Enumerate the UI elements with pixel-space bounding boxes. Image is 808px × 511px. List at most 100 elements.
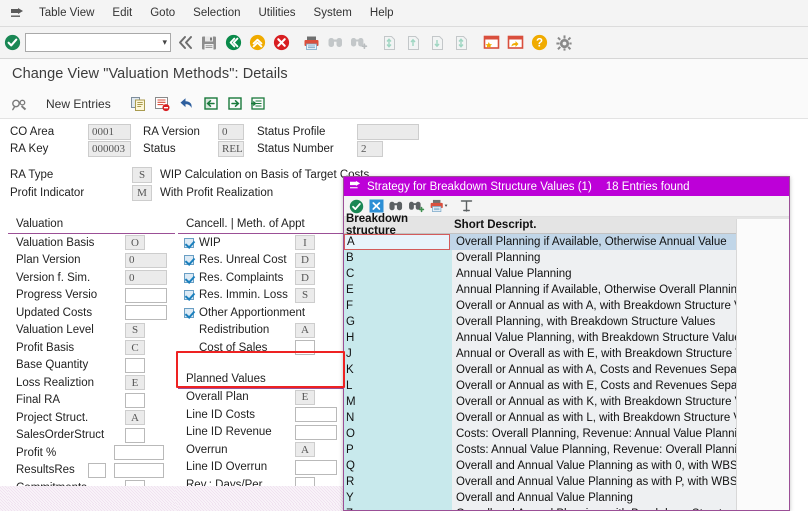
print-icon[interactable] xyxy=(299,30,323,56)
system-menu-icon[interactable] xyxy=(4,0,30,27)
checkbox-box-other-apportionment[interactable] xyxy=(184,307,194,318)
menu-item-system[interactable]: System xyxy=(305,4,361,22)
checkbox-box-res-complaints[interactable] xyxy=(184,272,194,283)
table-row[interactable]: C Annual Value Planning xyxy=(344,266,789,282)
table-row[interactable]: H Annual Value Planning, with Breakdown … xyxy=(344,330,789,346)
copy-icon[interactable] xyxy=(127,91,151,117)
exit-icon[interactable] xyxy=(245,30,269,56)
enter-icon[interactable] xyxy=(0,30,24,56)
table-row[interactable]: R Overall and Annual Value Planning as w… xyxy=(344,474,789,490)
details-icon[interactable] xyxy=(247,91,271,117)
save-icon[interactable] xyxy=(197,30,221,56)
gear-icon[interactable] xyxy=(551,30,575,56)
field-value-plan-version[interactable]: 0 xyxy=(125,252,167,268)
row-description[interactable]: Costs: Overall Planning, Revenue: Annual… xyxy=(452,426,750,442)
checkbox-box-res-unreal-cost[interactable] xyxy=(184,255,194,266)
row-description[interactable]: Annual or Overall as with E, with Breakd… xyxy=(452,346,770,362)
row-key[interactable]: Z xyxy=(344,506,452,510)
find-icon[interactable] xyxy=(323,30,347,56)
create-session-icon[interactable] xyxy=(479,30,503,56)
table-row[interactable]: N Overall or Annual as with L, with Brea… xyxy=(344,410,789,426)
row-description[interactable]: Overall and Annual Planning, with Breakd… xyxy=(452,506,776,510)
row-key[interactable]: F xyxy=(344,298,452,314)
field-value-resultsres[interactable] xyxy=(114,462,164,478)
field-value-line-id-costs[interactable] xyxy=(295,407,337,422)
checkbox-res-unreal-cost[interactable]: Res. Unreal Cost D xyxy=(178,252,345,270)
field-value-ra-key[interactable]: 000003 xyxy=(88,140,131,157)
help-icon[interactable]: ? xyxy=(527,30,551,56)
checkbox-other-apportionment[interactable]: Other Apportionment xyxy=(178,304,345,322)
next-entry-icon[interactable] xyxy=(223,91,247,117)
row-key[interactable]: H xyxy=(344,330,452,346)
row-description[interactable]: Costs: Annual Value Planning, Revenue: O… xyxy=(452,442,750,458)
menu-item-selection[interactable]: Selection xyxy=(184,4,249,22)
menu-item-goto[interactable]: Goto xyxy=(141,4,184,22)
field-value-updated-costs[interactable] xyxy=(125,305,167,320)
row-description[interactable]: Overall Planning if Available, Otherwise… xyxy=(452,234,736,250)
row-description[interactable]: Overall and Annual Value Planning xyxy=(452,490,736,506)
field-value-status[interactable]: REL xyxy=(218,140,244,157)
menu-item-table-view[interactable]: Table View xyxy=(30,4,103,22)
field-value-ra-version[interactable]: 0 xyxy=(218,123,244,140)
row-key[interactable]: Y xyxy=(344,490,452,506)
row-key[interactable]: N xyxy=(344,410,452,426)
field-value-profit-percent[interactable] xyxy=(114,445,164,460)
field-value-final-ra[interactable] xyxy=(125,392,145,408)
row-description[interactable]: Annual Planning if Available, Otherwise … xyxy=(452,282,743,298)
field-value-co-area[interactable]: 0001 xyxy=(88,123,131,140)
selected-key-input[interactable]: A xyxy=(344,234,450,250)
column-header-short-descript[interactable]: Short Descript. xyxy=(452,219,732,231)
table-row[interactable]: A Overall Planning if Available, Otherwi… xyxy=(344,234,789,250)
last-page-icon[interactable] xyxy=(449,30,473,56)
checkbox-res-complaints[interactable]: Res. Complaints D xyxy=(178,269,345,287)
back-icon[interactable] xyxy=(221,30,245,56)
delete-icon[interactable] xyxy=(151,91,175,117)
table-row[interactable]: Y Overall and Annual Value Planning xyxy=(344,490,789,506)
display-change-icon[interactable] xyxy=(8,91,32,117)
field-value-redistribution[interactable]: A xyxy=(295,322,315,338)
field-value-profit-basis[interactable]: C xyxy=(125,340,145,355)
checkbox-wip[interactable]: WIP I xyxy=(178,234,345,252)
row-description[interactable]: Overall or Annual as with L, with Breakd… xyxy=(452,410,768,426)
field-value-ra-type[interactable]: S xyxy=(132,166,152,183)
table-row[interactable]: M Overall or Annual as with K, with Brea… xyxy=(344,394,789,410)
row-key[interactable]: Q xyxy=(344,458,452,474)
field-value-overrun[interactable]: A xyxy=(295,442,315,457)
row-description[interactable]: Overall or Annual as with A, with Breakd… xyxy=(452,298,768,314)
row-key[interactable]: M xyxy=(344,394,452,410)
row-key[interactable]: O xyxy=(344,426,452,442)
row-description[interactable]: Annual Value Planning, with Breakdown St… xyxy=(452,330,746,346)
first-page-icon[interactable] xyxy=(377,30,401,56)
field-value-line-id-revenue[interactable] xyxy=(295,424,337,440)
row-description[interactable]: Overall or Annual as with K, with Breakd… xyxy=(452,394,769,410)
dialog-system-icon[interactable] xyxy=(349,178,362,196)
field-value-resultsres-key[interactable] xyxy=(88,462,106,478)
menu-item-utilities[interactable]: Utilities xyxy=(249,4,304,22)
table-row[interactable]: O Costs: Overall Planning, Revenue: Annu… xyxy=(344,426,789,442)
field-value-progress-versio[interactable] xyxy=(125,287,167,303)
previous-page-icon[interactable] xyxy=(401,30,425,56)
field-value-wip[interactable]: I xyxy=(295,235,315,250)
field-value-profit-indicator[interactable]: M xyxy=(132,184,152,201)
row-description[interactable]: Overall or Annual as with E, Costs and R… xyxy=(452,378,757,394)
field-value-res-complaints[interactable]: D xyxy=(295,270,315,285)
row-key[interactable]: A xyxy=(344,234,452,250)
field-value-line-id-overrun[interactable] xyxy=(295,459,337,475)
row-description[interactable]: Overall Planning xyxy=(452,250,736,266)
row-key[interactable]: B xyxy=(344,250,452,266)
row-key[interactable]: L xyxy=(344,378,452,394)
field-value-overall-plan[interactable]: E xyxy=(295,389,315,405)
table-row[interactable]: J Annual or Overall as with E, with Brea… xyxy=(344,346,789,362)
row-key[interactable]: J xyxy=(344,346,452,362)
sort-filter-icon[interactable] xyxy=(456,197,476,216)
table-row[interactable]: G Overall Planning, with Breakdown Struc… xyxy=(344,314,789,330)
field-value-cost-of-sales[interactable] xyxy=(295,340,315,355)
row-key[interactable]: K xyxy=(344,362,452,378)
command-field[interactable]: ▾ xyxy=(25,33,171,52)
field-value-res-unreal-cost[interactable]: D xyxy=(295,252,315,268)
row-description[interactable]: Overall and Annual Value Planning as wit… xyxy=(452,458,775,474)
row-description[interactable]: Overall or Annual as with A, Costs and R… xyxy=(452,362,756,378)
table-row[interactable]: K Overall or Annual as with A, Costs and… xyxy=(344,362,789,378)
field-value-loss-realiztion[interactable]: E xyxy=(125,375,145,390)
field-value-base-quantity[interactable] xyxy=(125,357,145,373)
